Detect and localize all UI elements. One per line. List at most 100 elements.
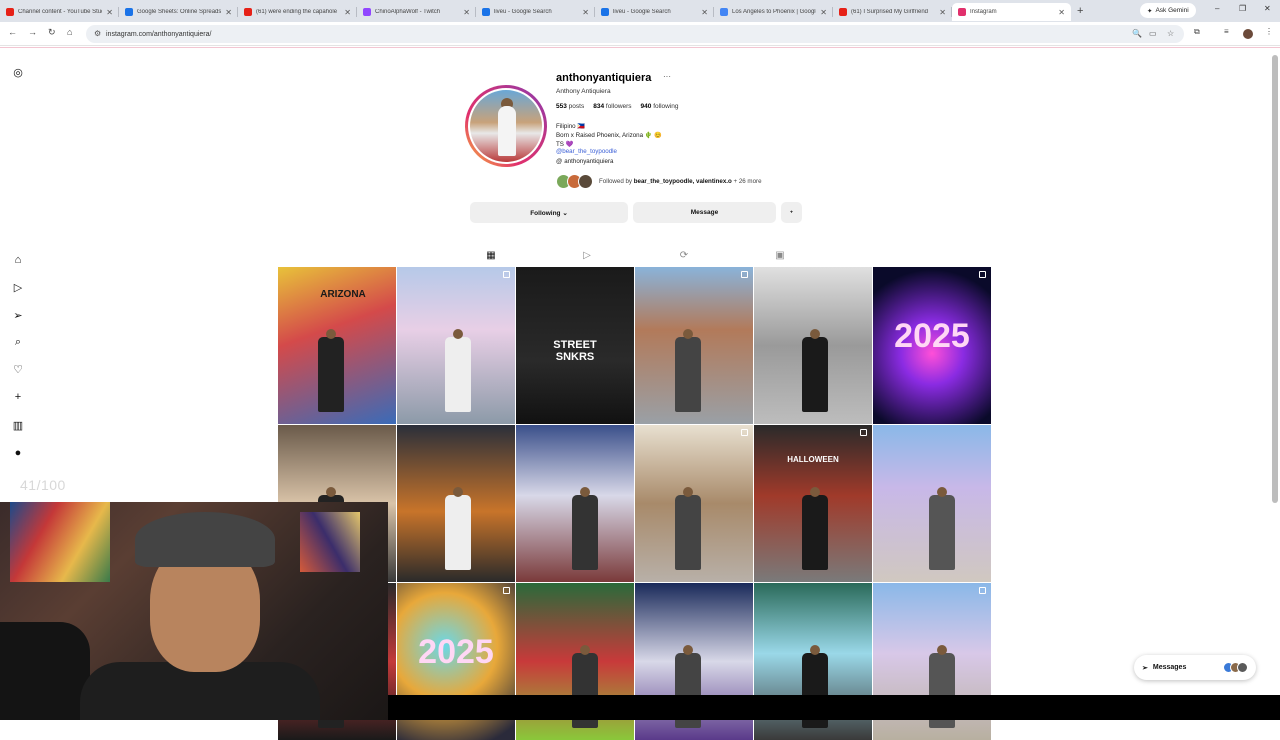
sparkle-icon: ✦ xyxy=(1147,7,1153,15)
notifications-heart-icon[interactable]: ♡ xyxy=(11,363,25,376)
post-thumbnail[interactable] xyxy=(754,267,872,424)
close-window-icon[interactable]: ✕ xyxy=(1264,4,1271,13)
menu-kebab-icon[interactable]: ⋮ xyxy=(1265,27,1273,36)
dashboard-icon[interactable]: ▥ xyxy=(11,419,25,432)
post-thumbnail[interactable] xyxy=(873,425,991,582)
reposts-tab-icon[interactable]: ⟳ xyxy=(677,250,691,261)
browser-tab[interactable]: (61) were ending the capahole ✕ xyxy=(238,3,357,21)
followers-link[interactable]: 834 followers xyxy=(593,103,631,110)
create-plus-icon[interactable]: + xyxy=(11,391,25,403)
threads-link[interactable]: @ anthonyantiquiera xyxy=(556,158,613,165)
tab-title: Google Sheets: Online Spreadsheets xyxy=(137,9,222,15)
tab-close-icon[interactable]: ✕ xyxy=(225,8,232,17)
bio-line: TS 💜 xyxy=(556,141,574,148)
browser-tab-strip: Channel content - YouTube Studio ✕ Google … xyxy=(0,0,1280,22)
post-thumbnail[interactable]: ARIZONA xyxy=(278,267,396,424)
post-thumbnail[interactable]: 2025 xyxy=(873,267,991,424)
back-icon[interactable]: ← xyxy=(8,27,17,37)
tab-favicon-icon xyxy=(244,8,252,16)
carousel-icon xyxy=(741,429,748,436)
tagged-tab-icon[interactable]: ▣ xyxy=(773,250,787,261)
more-options-icon[interactable]: ··· xyxy=(663,72,671,81)
suggest-people-icon[interactable]: ⁺ xyxy=(781,202,802,223)
zoom-icon[interactable]: 🔍 xyxy=(1132,29,1142,38)
tab-close-icon[interactable]: ✕ xyxy=(106,8,113,17)
tab-favicon-icon xyxy=(482,8,490,16)
post-thumbnail[interactable] xyxy=(516,425,634,582)
minimize-icon[interactable]: – xyxy=(1215,4,1219,13)
tab-close-icon[interactable]: ✕ xyxy=(820,8,827,17)
browser-tab[interactable]: liveu - Google Search ✕ xyxy=(476,3,595,21)
post-overlay-text: STREET SNKRS xyxy=(553,339,597,363)
browser-tab[interactable]: Instagram ✕ xyxy=(952,3,1071,21)
extensions-icon[interactable]: ⧉ xyxy=(1194,27,1200,37)
threads-icon: @ xyxy=(556,158,563,165)
message-avatars xyxy=(1223,662,1248,673)
profile-avatar-story-ring[interactable] xyxy=(465,85,547,167)
carousel-icon xyxy=(979,587,986,594)
browser-tab[interactable]: Google Sheets: Online Spreadsheets✕ xyxy=(119,3,238,21)
cast-icon[interactable]: ▭ xyxy=(1149,29,1157,38)
browser-tab[interactable]: ChinoAlphaWolf - Twitch ✕ xyxy=(357,3,476,21)
browser-tab[interactable]: Channel content - YouTube Studio ✕ xyxy=(0,3,119,21)
new-tab-icon[interactable]: + xyxy=(1077,5,1083,17)
post-overlay-text: HALLOWEEN xyxy=(787,455,839,464)
tab-favicon-icon xyxy=(6,8,14,16)
browser-tab[interactable]: Los Angeles to Phoenix | Google ✕ xyxy=(714,3,833,21)
tab-close-icon[interactable]: ✕ xyxy=(701,8,708,17)
tab-close-icon[interactable]: ✕ xyxy=(939,8,946,17)
reels-tab-icon[interactable]: ▷ xyxy=(580,250,594,261)
tab-favicon-icon xyxy=(958,8,966,16)
tab-search-icon[interactable]: ≡ xyxy=(1224,27,1229,36)
profile-username: anthonyantiquiera xyxy=(556,72,652,84)
tab-close-icon[interactable]: ✕ xyxy=(582,8,589,17)
webcam-overlay xyxy=(0,502,388,720)
posts-grid-tab-icon[interactable]: ▦ xyxy=(484,250,498,261)
browser-tab[interactable]: liveu - Google Search ✕ xyxy=(595,3,714,21)
bio-mention-link[interactable]: @bear_the_toypoodle xyxy=(556,148,617,155)
page-load-line xyxy=(0,47,1280,48)
post-thumbnail[interactable] xyxy=(635,425,753,582)
profile-avatar[interactable] xyxy=(1243,29,1253,39)
post-thumbnail[interactable]: STREET SNKRS xyxy=(516,267,634,424)
direct-nav-icon[interactable]: ➢ xyxy=(11,309,25,322)
carousel-icon xyxy=(741,271,748,278)
message-button[interactable]: Message xyxy=(633,202,776,223)
carousel-icon xyxy=(503,587,510,594)
post-thumbnail[interactable] xyxy=(397,425,515,582)
followed-by[interactable]: Followed by bear_the_toypoodle, valentin… xyxy=(556,173,762,189)
post-thumbnail[interactable] xyxy=(397,267,515,424)
tab-close-icon[interactable]: ✕ xyxy=(1058,8,1065,17)
post-thumbnail[interactable] xyxy=(635,267,753,424)
instagram-logo-icon[interactable]: ◎ xyxy=(11,66,25,79)
tab-close-icon[interactable]: ✕ xyxy=(463,8,470,17)
search-nav-icon[interactable]: ⌕ xyxy=(11,336,25,349)
tab-title: (61) I Surprised My Girlfriend xyxy=(851,9,929,15)
home-nav-icon[interactable]: ⌂ xyxy=(11,254,25,266)
address-bar[interactable]: ⚙ instagram.com/anthonyantiquiera/ 🔍 ▭ ☆ xyxy=(86,25,1184,43)
bookmark-star-icon[interactable]: ☆ xyxy=(1167,29,1174,38)
following-button[interactable]: Following ⌄ xyxy=(470,202,628,223)
following-link[interactable]: 940 following xyxy=(641,103,679,110)
tab-favicon-icon xyxy=(839,8,847,16)
maximize-icon[interactable]: ❐ xyxy=(1239,4,1246,13)
posts-count: 553 posts xyxy=(556,103,585,110)
forward-icon[interactable]: → xyxy=(28,27,37,37)
home-icon[interactable]: ⌂ xyxy=(67,27,72,37)
tab-title: liveu - Google Search xyxy=(613,9,671,15)
messages-button[interactable]: ➢ Messages xyxy=(1134,655,1256,680)
tab-close-icon[interactable]: ✕ xyxy=(344,8,351,17)
bio-line: Born x Raised Phoenix, Arizona 🌵 😊 xyxy=(556,132,662,139)
post-thumbnail[interactable]: HALLOWEEN xyxy=(754,425,872,582)
page-scrollbar[interactable] xyxy=(1272,55,1278,503)
tab-title: Los Angeles to Phoenix | Google xyxy=(732,9,817,15)
site-info-icon[interactable]: ⚙ xyxy=(94,29,101,38)
reload-icon[interactable]: ↻ xyxy=(48,27,56,38)
url-text: instagram.com/anthonyantiquiera/ xyxy=(106,30,212,38)
ask-gemini-button[interactable]: ✦ Ask Gemini xyxy=(1140,3,1196,18)
tab-favicon-icon xyxy=(363,8,371,16)
reels-nav-icon[interactable]: ▷ xyxy=(11,281,25,294)
browser-tab[interactable]: (61) I Surprised My Girlfriend ✕ xyxy=(833,3,952,21)
tab-title: liveu - Google Search xyxy=(494,9,552,15)
profile-nav-icon[interactable]: ● xyxy=(11,447,25,459)
